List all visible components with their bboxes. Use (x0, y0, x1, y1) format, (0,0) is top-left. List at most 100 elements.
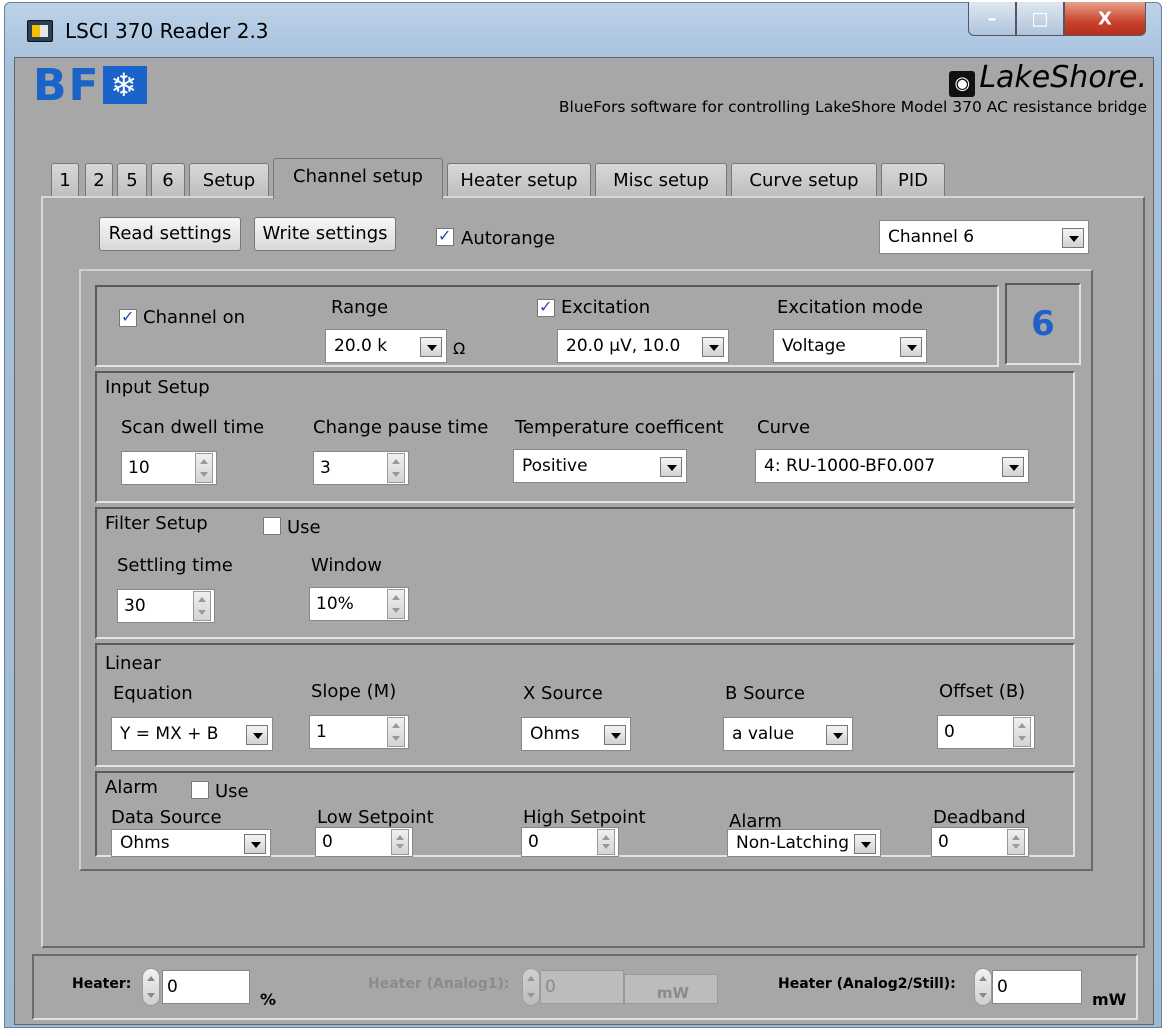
linear-title: Linear (105, 653, 161, 674)
chevron-down-icon[interactable] (660, 457, 682, 477)
spinner-icon[interactable] (391, 829, 409, 855)
chevron-down-icon[interactable] (900, 337, 922, 357)
spinner-icon[interactable] (1013, 717, 1031, 747)
tab-channel-setup[interactable]: Channel setup (273, 158, 443, 199)
spinner-icon[interactable] (387, 589, 405, 619)
tab-pid[interactable]: PID (881, 163, 945, 198)
data-source-select[interactable]: Ohms (111, 829, 271, 857)
channel-select[interactable]: Channel 6 (879, 220, 1089, 254)
window-label: Window (311, 555, 382, 576)
chevron-down-icon[interactable] (826, 725, 848, 745)
low-setpoint-input[interactable]: 0 (315, 827, 413, 857)
curve-label: Curve (757, 417, 811, 438)
temp-coefficient-label: Temperature coefficent (515, 417, 724, 438)
read-settings-button[interactable]: Read settings (99, 217, 241, 251)
excitation-checkbox[interactable] (537, 297, 555, 317)
excitation-label: Excitation (561, 297, 651, 318)
write-settings-button[interactable]: Write settings (254, 217, 396, 251)
scan-dwell-label: Scan dwell time (121, 417, 265, 438)
tab-2[interactable]: 2 (85, 163, 113, 198)
offset-input[interactable]: 0 (937, 715, 1035, 749)
app-subtitle: BlueFors software for controlling LakeSh… (558, 98, 1147, 116)
chevron-down-icon[interactable] (246, 725, 268, 745)
filter-use-checkbox[interactable] (263, 517, 281, 535)
tab-curve-setup[interactable]: Curve setup (731, 163, 877, 198)
alarm-use-checkbox[interactable] (191, 781, 209, 799)
heater-label: Heater: (72, 976, 132, 992)
slope-input[interactable]: 1 (309, 715, 409, 749)
heater-status-bar: Heater: 0 % Heater (Analog1): 0 mW Heate… (32, 954, 1138, 1020)
spinner-icon[interactable] (193, 591, 211, 621)
excitation-mode-select[interactable]: Voltage (773, 329, 927, 363)
b-source-label: B Source (725, 683, 805, 704)
channel-on-checkbox[interactable] (119, 307, 137, 327)
settling-time-input[interactable]: 30 (117, 589, 215, 623)
spinner-icon[interactable] (195, 453, 213, 483)
channel-group: Channel on Range 20.0 k Ω Excitation 20.… (95, 285, 999, 367)
change-pause-input[interactable]: 3 (313, 451, 409, 485)
x-source-select[interactable]: Ohms (521, 717, 631, 751)
maximize-button[interactable]: □ (1016, 2, 1064, 36)
alarm-title: Alarm (105, 777, 158, 798)
window-title: LSCI 370 Reader 2.3 (65, 19, 269, 43)
high-setpoint-label: High Setpoint (523, 807, 646, 828)
heater-analog2-input[interactable]: 0 (992, 970, 1082, 1004)
chevron-down-icon[interactable] (1062, 228, 1084, 248)
spinner-icon[interactable] (597, 829, 615, 855)
spinner-icon[interactable] (1007, 829, 1025, 855)
chevron-down-icon[interactable] (854, 834, 876, 854)
chevron-down-icon[interactable] (1002, 457, 1024, 477)
scan-dwell-input[interactable]: 10 (121, 451, 217, 485)
offset-label: Offset (B) (939, 681, 1026, 702)
maximize-icon: □ (1031, 8, 1049, 29)
analog1-spinner-icon[interactable] (522, 968, 540, 1006)
heater-input[interactable]: 0 (162, 970, 250, 1004)
equation-select[interactable]: Y = MX + B (111, 717, 273, 751)
settling-time-label: Settling time (117, 555, 233, 576)
app-icon (27, 20, 53, 42)
tab-setup[interactable]: Setup (189, 163, 269, 198)
spinner-icon[interactable] (387, 453, 405, 483)
temp-coefficient-select[interactable]: Positive (513, 449, 687, 483)
deadband-input[interactable]: 0 (931, 827, 1029, 857)
alarm-type-select[interactable]: Non-Latching (727, 829, 881, 857)
minimize-icon: – (987, 8, 997, 29)
chevron-down-icon[interactable] (420, 337, 442, 357)
b-source-select[interactable]: a value (723, 717, 853, 751)
heater-spinner-icon[interactable] (142, 968, 160, 1006)
chevron-down-icon[interactable] (244, 834, 266, 854)
heater-analog1-input[interactable]: 0 (540, 970, 624, 1004)
excitation-mode-label: Excitation mode (777, 297, 923, 318)
alarm-group: Alarm Use Data Source Ohms Low Setpoint … (95, 771, 1075, 857)
title-bar[interactable]: LSCI 370 Reader 2.3 – □ X (5, 2, 1161, 57)
excitation-select[interactable]: 20.0 μV, 10.0 (557, 329, 729, 363)
close-button[interactable]: X (1064, 2, 1146, 36)
tab-5[interactable]: 5 (117, 163, 147, 198)
range-select[interactable]: 20.0 k (325, 329, 447, 363)
analog2-spinner-icon[interactable] (974, 968, 992, 1006)
channel-number-indicator: 6 (1005, 283, 1081, 365)
ohm-unit-label: Ω (453, 339, 466, 358)
lakeshore-cube-icon: ◉ (949, 71, 976, 97)
tab-1[interactable]: 1 (51, 163, 79, 198)
input-setup-title: Input Setup (105, 377, 210, 398)
high-setpoint-input[interactable]: 0 (521, 827, 619, 857)
close-icon: X (1098, 8, 1112, 29)
input-setup-group: Input Setup Scan dwell time 10 Change pa… (95, 371, 1075, 503)
autorange-checkbox[interactable] (436, 226, 454, 246)
deadband-label: Deadband (933, 807, 1026, 828)
heater-analog1-unit: mW (624, 974, 718, 1004)
chevron-down-icon[interactable] (604, 725, 626, 745)
spinner-icon[interactable] (387, 717, 405, 747)
autorange-label: Autorange (461, 228, 556, 249)
slope-label: Slope (M) (311, 681, 397, 702)
tab-heater-setup[interactable]: Heater setup (447, 163, 591, 198)
tab-6[interactable]: 6 (151, 163, 185, 198)
window-controls: – □ X (968, 2, 1146, 36)
heater-unit: % (260, 990, 277, 1009)
window-input[interactable]: 10% (309, 587, 409, 621)
curve-select[interactable]: 4: RU-1000-BF0.007 (755, 449, 1029, 483)
tab-misc-setup[interactable]: Misc setup (595, 163, 727, 198)
chevron-down-icon[interactable] (702, 337, 724, 357)
minimize-button[interactable]: – (968, 2, 1016, 36)
